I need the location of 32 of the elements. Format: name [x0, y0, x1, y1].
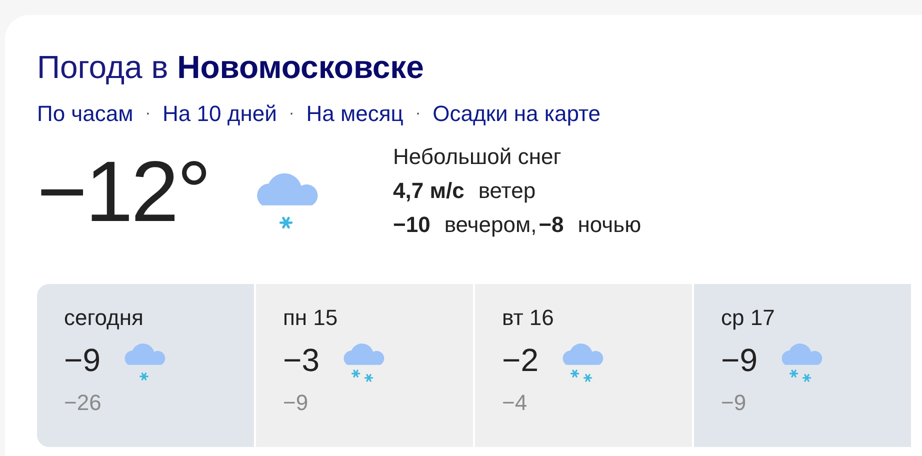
- day-label: вт 16: [502, 304, 555, 332]
- current-temperature: −12°: [37, 144, 210, 240]
- condition-text: Небольшой снег: [393, 143, 562, 171]
- evening-label: вечером,: [444, 211, 537, 239]
- dot-separator: ·: [415, 104, 421, 124]
- day-forecast-card[interactable]: пн 15 −3 −9: [256, 284, 473, 447]
- wind-label: ветер: [478, 177, 536, 205]
- night-temperature: −8: [538, 211, 564, 239]
- nav-link[interactable]: На 10 дней: [162, 97, 277, 130]
- dot-separator: ·: [288, 104, 294, 124]
- day-label: пн 15: [283, 304, 339, 332]
- nav-link[interactable]: Осадки на карте: [432, 97, 601, 130]
- day-temperature: −2: [502, 341, 538, 380]
- day-temperature: −9: [721, 341, 758, 380]
- day-forecast-card[interactable]: сегодня −9 −26: [37, 284, 254, 447]
- nav-link[interactable]: По часам: [37, 97, 134, 130]
- dot-separator: ·: [145, 104, 151, 124]
- day-label: ср 17: [721, 304, 776, 332]
- wind-value: 4,7 м/с: [393, 177, 464, 205]
- night-label: ночью: [578, 211, 642, 239]
- night-temperature: −9: [283, 389, 310, 417]
- day-forecast-card[interactable]: ср 17 −9 −9: [694, 284, 911, 447]
- nav-link[interactable]: На месяц: [306, 97, 404, 130]
- day-label: сегодня: [64, 304, 144, 332]
- day-temperature: −3: [283, 341, 320, 380]
- page-title: Погода в Новомосковске: [37, 48, 425, 87]
- day-temperature: −9: [64, 341, 100, 380]
- day-forecast-card[interactable]: вт 16 −2 −4: [475, 284, 692, 447]
- night-temperature: −26: [64, 389, 102, 417]
- evening-temperature: −10: [393, 211, 430, 239]
- night-temperature: −4: [502, 389, 528, 417]
- night-temperature: −9: [721, 389, 748, 417]
